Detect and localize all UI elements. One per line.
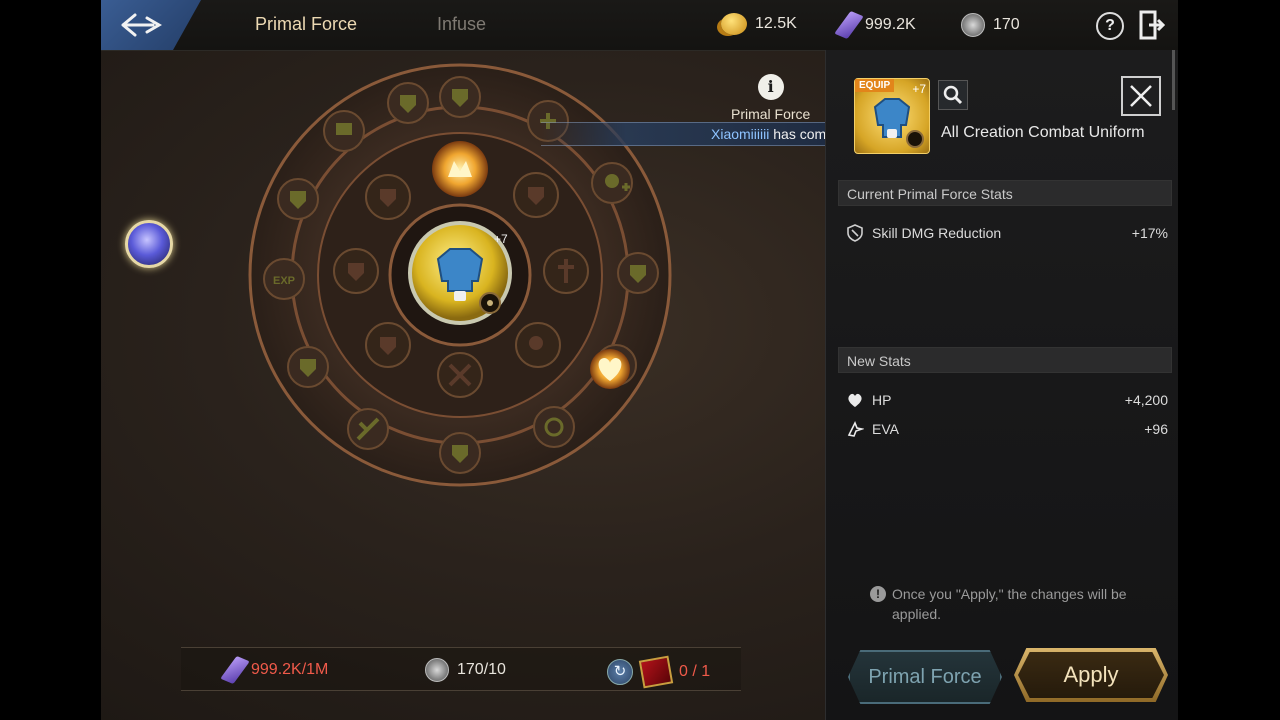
close-button[interactable] — [1121, 76, 1161, 116]
silver-cost: 170/10 — [425, 658, 506, 682]
item-name: All Creation Combat Uniform — [941, 124, 1145, 141]
back-button[interactable] — [101, 0, 201, 50]
gold-amount: 12.5K — [755, 15, 797, 32]
tab-primal-force[interactable]: Primal Force — [255, 14, 357, 35]
gold-currency: 12.5K — [721, 13, 797, 35]
center-item-level: +7 — [494, 232, 508, 246]
rune-slot[interactable] — [323, 110, 365, 152]
tab-infuse[interactable]: Infuse — [437, 14, 486, 35]
rune-slot[interactable] — [617, 252, 659, 294]
stat-value: +4,200 — [1124, 392, 1168, 408]
rune-slot[interactable] — [513, 172, 559, 218]
back-arrow-icon — [121, 13, 162, 37]
book-cost: ↻ 0 / 1 — [607, 655, 711, 689]
stat-name: HP — [872, 392, 892, 408]
cost-bar: 999.2K/1M 170/10 ↻ 0 / 1 — [181, 647, 741, 691]
crystal-cost: 999.2K/1M — [220, 655, 329, 685]
crystal-amount: 999.2K — [865, 16, 916, 33]
announcement-ticker: Xiaomiiiiii has combined — [541, 122, 825, 146]
rune-slot[interactable]: EXP — [263, 258, 305, 300]
primal-orb-button[interactable] — [125, 220, 173, 268]
new-stats-header: New Stats — [838, 347, 1172, 373]
purple-crystal-icon — [220, 655, 250, 685]
ticker-text: Xiaomiiiiii has combined — [711, 126, 825, 142]
primal-force-info[interactable]: i Primal Force — [731, 74, 810, 122]
rune-slot[interactable] — [439, 76, 481, 118]
armor-icon — [873, 98, 924, 148]
rune-slot[interactable] — [365, 174, 411, 220]
item-thumbnail[interactable]: EQUIP +7 — [854, 78, 930, 154]
help-button[interactable]: ? — [1096, 12, 1124, 40]
stat-value: +17% — [1131, 225, 1168, 241]
game-screen: Primal Force Infuse 12.5K 999.2K 170 ? E… — [101, 0, 1178, 720]
current-stat-row: Skill DMG Reduction +17% — [846, 222, 1168, 244]
heart-icon — [848, 393, 862, 407]
gold-coin-icon — [721, 13, 747, 35]
primal-force-button[interactable]: Primal Force — [848, 650, 1002, 704]
exit-icon[interactable] — [1139, 10, 1165, 40]
stat-value: +96 — [1144, 421, 1168, 437]
stat-name: Skill DMG Reduction — [872, 225, 1002, 241]
rune-slot[interactable] — [365, 322, 411, 368]
rune-slot[interactable] — [287, 346, 329, 388]
close-icon — [1130, 85, 1152, 107]
apply-label: Apply — [1018, 652, 1164, 698]
rune-slot[interactable] — [543, 248, 589, 294]
silver-stone-icon — [961, 13, 985, 37]
red-book-icon — [638, 655, 674, 689]
shield-icon — [847, 224, 863, 242]
rune-slot[interactable] — [439, 432, 481, 474]
apply-notice: ! Once you "Apply," the changes will be … — [870, 584, 1160, 624]
active-rune-node[interactable] — [432, 141, 488, 197]
panel-scrollbar[interactable] — [1172, 50, 1175, 110]
rune-slot[interactable] — [333, 248, 379, 294]
evasion-icon — [847, 421, 864, 437]
search-button[interactable] — [938, 80, 968, 110]
rune-slot[interactable] — [533, 406, 575, 448]
apply-button[interactable]: Apply — [1014, 648, 1168, 702]
current-stats-header: Current Primal Force Stats — [838, 180, 1172, 206]
ticker-message: has combined — [773, 126, 825, 142]
silver-currency: 170 — [961, 13, 1020, 37]
heart-rune-node[interactable] — [590, 349, 630, 389]
svg-text:EXP: EXP — [273, 275, 295, 287]
rune-slot[interactable] — [591, 162, 633, 204]
warning-icon: ! — [870, 586, 886, 602]
rune-slot[interactable] — [277, 178, 319, 220]
refresh-icon[interactable]: ↻ — [607, 659, 633, 685]
rune-slot[interactable] — [437, 352, 483, 398]
purple-crystal-icon — [834, 10, 864, 40]
top-bar: Primal Force Infuse 12.5K 999.2K 170 ? — [101, 0, 1178, 51]
stats-panel: EQUIP +7 All Creation Combat Uniform Cur… — [825, 50, 1178, 720]
silver-stone-icon — [425, 658, 449, 682]
silver-cost-value: 170/10 — [457, 661, 506, 678]
crystal-currency: 999.2K — [834, 10, 916, 40]
notice-text: Once you "Apply," the changes will be ap… — [892, 586, 1127, 622]
rune-slot[interactable] — [347, 408, 389, 450]
info-icon[interactable]: i — [757, 74, 784, 100]
new-stat-row: HP +4,200 — [846, 389, 1168, 411]
ticker-player-name: Xiaomiiiiii — [711, 126, 770, 142]
search-icon — [943, 85, 963, 105]
info-label: Primal Force — [731, 106, 811, 122]
book-cost-value: 0 / 1 — [679, 663, 711, 680]
rune-slot[interactable] — [387, 82, 429, 124]
new-stat-row: EVA +96 — [846, 418, 1168, 440]
rune-slot[interactable] — [515, 322, 561, 368]
silver-amount: 170 — [993, 16, 1020, 33]
crystal-cost-value: 999.2K/1M — [251, 661, 329, 678]
stat-name: EVA — [872, 421, 899, 437]
